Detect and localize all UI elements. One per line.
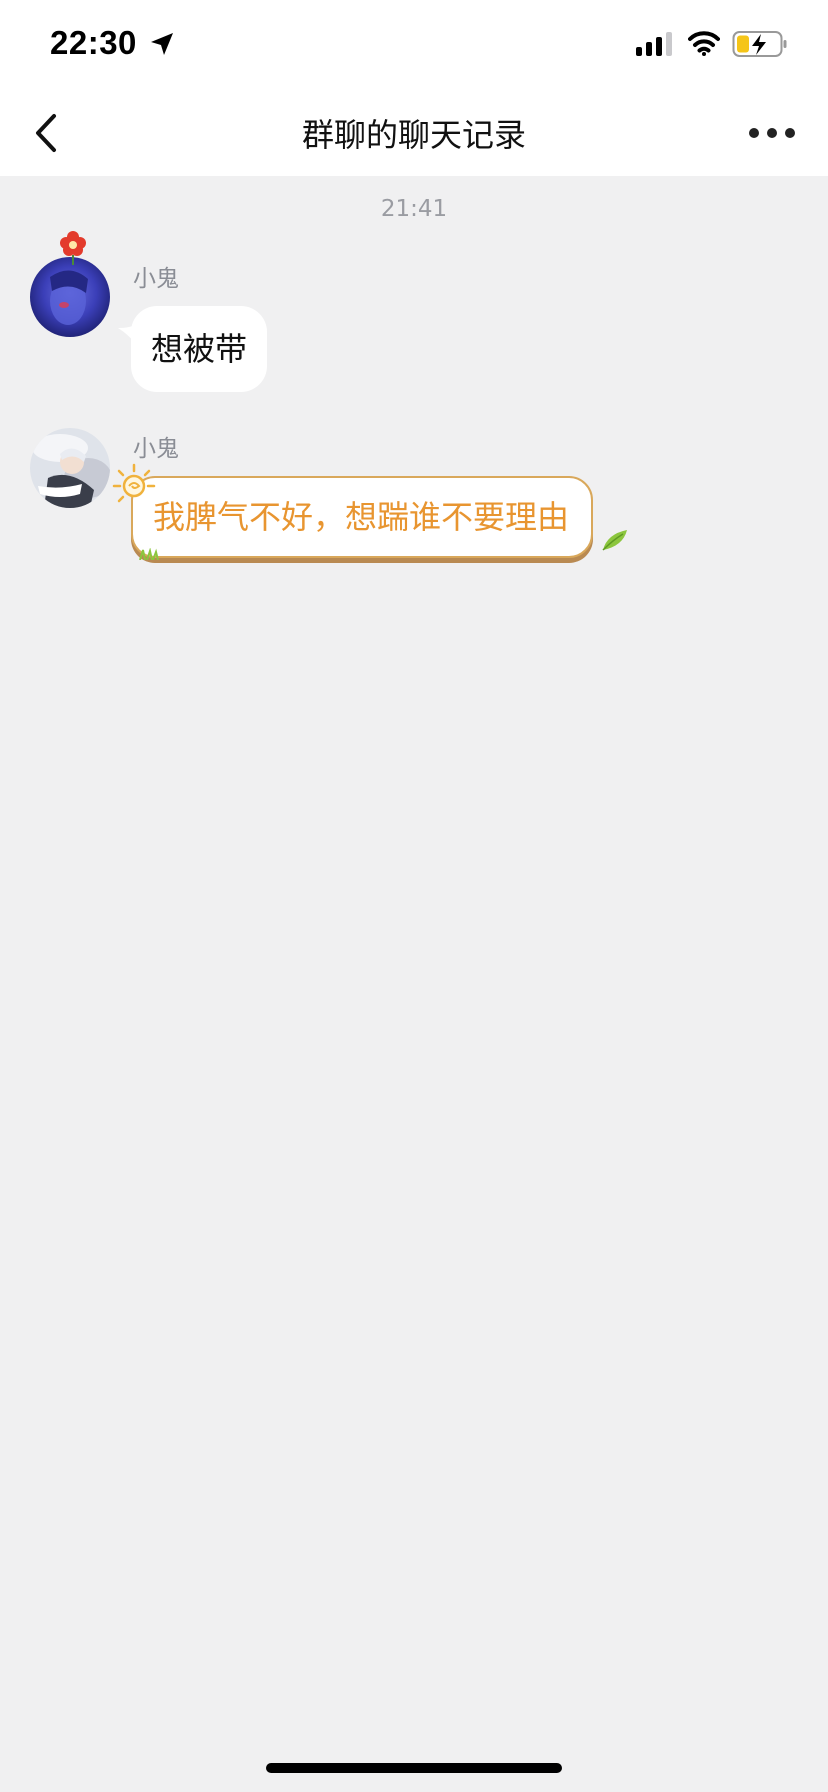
wifi-icon [688, 31, 720, 56]
avatar[interactable] [30, 257, 110, 337]
sender-name: 小鬼 [133, 266, 179, 292]
themed-message-bubble[interactable]: 我脾气不好，想踹谁不要理由 [131, 476, 594, 558]
battery-charging-icon [732, 31, 787, 57]
flower-decoration-icon [60, 231, 86, 265]
message-timestamp: 21:41 [380, 196, 448, 222]
status-bar: 22:30 [0, 0, 828, 90]
signal-icon [636, 32, 672, 56]
navigation-bar: 群聊的聊天记录 [0, 90, 828, 176]
grass-decoration-icon [139, 548, 159, 560]
home-indicator[interactable] [266, 1763, 562, 1773]
chat-history[interactable]: 21:41 小鬼 想被带 小鬼 我脾气不好，想踹谁不要理由 [0, 176, 828, 1792]
location-arrow-icon [151, 33, 173, 55]
page-title: 群聊的聊天记录 [301, 116, 526, 154]
sender-name: 小鬼 [133, 436, 179, 462]
message-bubble[interactable]: 想被带 [131, 306, 268, 392]
leaf-decoration-icon [602, 530, 627, 551]
avatar[interactable] [30, 428, 110, 508]
header-area: 22:30 群聊的聊天记录 [0, 0, 828, 176]
avatar-image [30, 428, 110, 508]
sun-decoration-icon [112, 463, 156, 503]
more-options-button[interactable] [748, 118, 796, 148]
status-time: 22:30 [50, 24, 137, 61]
avatar-image [30, 257, 110, 337]
